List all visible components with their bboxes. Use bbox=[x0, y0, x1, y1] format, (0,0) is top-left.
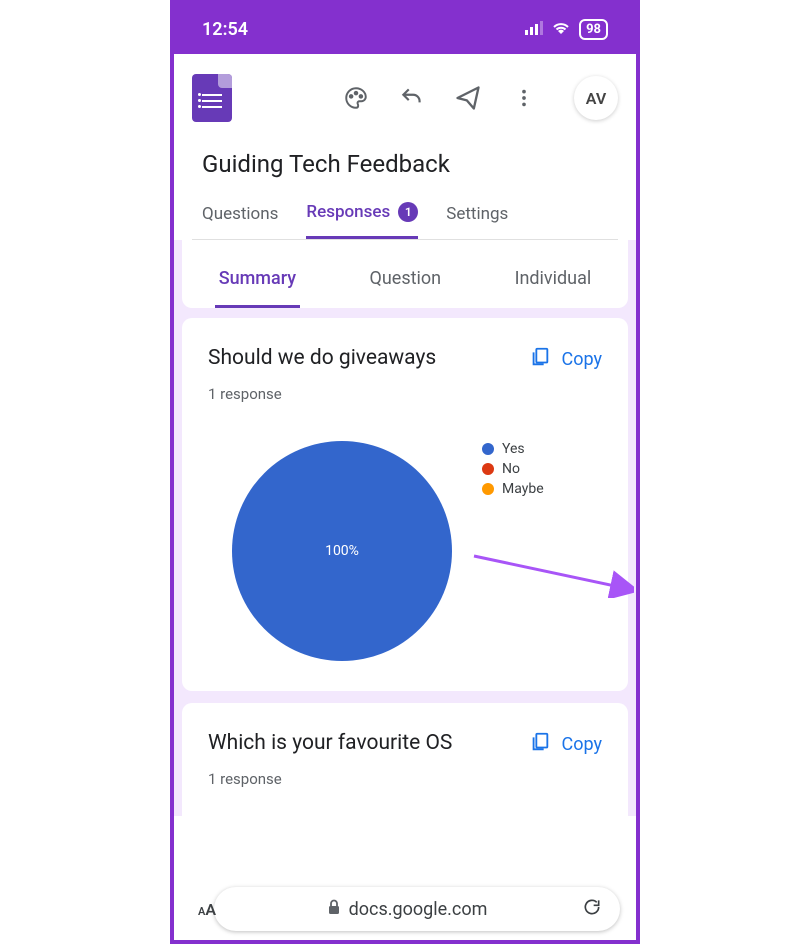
avatar-initials: AV bbox=[586, 89, 606, 108]
copy-button[interactable]: Copy bbox=[529, 731, 602, 758]
copy-icon bbox=[529, 346, 551, 373]
signal-icon bbox=[525, 19, 543, 40]
tab-responses[interactable]: Responses 1 bbox=[306, 196, 418, 239]
battery-indicator: 98 bbox=[579, 19, 608, 40]
reload-icon[interactable] bbox=[582, 897, 602, 921]
lock-icon bbox=[327, 899, 341, 920]
response-count: 1 response bbox=[208, 770, 602, 788]
annotation-arrow bbox=[464, 548, 634, 598]
subtab-individual[interactable]: Individual bbox=[511, 262, 596, 308]
legend-label: Yes bbox=[502, 441, 525, 457]
status-bar: 12:54 98 bbox=[174, 4, 636, 54]
palette-icon[interactable] bbox=[342, 84, 370, 112]
legend-label: No bbox=[502, 461, 520, 477]
more-icon[interactable] bbox=[510, 84, 538, 112]
tab-responses-label: Responses bbox=[306, 202, 390, 222]
question-title: Should we do giveaways bbox=[208, 346, 436, 370]
legend-item: Yes bbox=[482, 441, 544, 457]
subtab-summary[interactable]: Summary bbox=[215, 262, 300, 308]
tab-settings-label: Settings bbox=[446, 204, 508, 224]
legend-item: No bbox=[482, 461, 544, 477]
undo-icon[interactable] bbox=[398, 84, 426, 112]
subtab-question-label: Question bbox=[369, 268, 441, 289]
copy-icon bbox=[529, 731, 551, 758]
legend-swatch bbox=[482, 443, 494, 455]
subtab-question[interactable]: Question bbox=[365, 262, 445, 308]
browser-bar: AA docs.google.com bbox=[174, 878, 636, 940]
main-tabs: Questions Responses 1 Settings bbox=[192, 196, 618, 240]
send-icon[interactable] bbox=[454, 84, 482, 112]
tab-questions-label: Questions bbox=[202, 204, 278, 224]
legend-item: Maybe bbox=[482, 481, 544, 497]
sub-tabs-card: Summary Question Individual bbox=[182, 240, 628, 308]
copy-label: Copy bbox=[561, 349, 602, 370]
wifi-icon bbox=[551, 19, 571, 40]
copy-label: Copy bbox=[561, 734, 602, 755]
question-title: Which is your favourite OS bbox=[208, 731, 452, 755]
response-count: 1 response bbox=[208, 385, 602, 403]
responses-body: Summary Question Individual Should we do… bbox=[174, 240, 636, 816]
pie-center-label: 100% bbox=[325, 543, 359, 559]
tab-settings[interactable]: Settings bbox=[446, 196, 508, 239]
app-header: AV Guiding Tech Feedback Questions Respo… bbox=[174, 54, 636, 240]
form-title[interactable]: Guiding Tech Feedback bbox=[202, 150, 610, 178]
subtab-summary-label: Summary bbox=[219, 268, 296, 289]
status-time: 12:54 bbox=[202, 19, 248, 40]
response-card: Should we do giveaways Copy 1 response 1… bbox=[182, 318, 628, 691]
copy-button[interactable]: Copy bbox=[529, 346, 602, 373]
forms-logo-icon[interactable] bbox=[192, 74, 232, 122]
url-text: docs.google.com bbox=[349, 899, 488, 920]
tab-questions[interactable]: Questions bbox=[202, 196, 278, 239]
subtab-individual-label: Individual bbox=[515, 268, 592, 289]
legend-swatch bbox=[482, 463, 494, 475]
legend-label: Maybe bbox=[502, 481, 544, 497]
response-card: Which is your favourite OS Copy 1 respon… bbox=[182, 703, 628, 816]
text-size-button[interactable]: AA bbox=[198, 900, 216, 919]
url-bar[interactable]: docs.google.com bbox=[214, 887, 620, 931]
responses-count-badge: 1 bbox=[398, 202, 418, 222]
avatar[interactable]: AV bbox=[574, 76, 618, 120]
legend-swatch bbox=[482, 483, 494, 495]
